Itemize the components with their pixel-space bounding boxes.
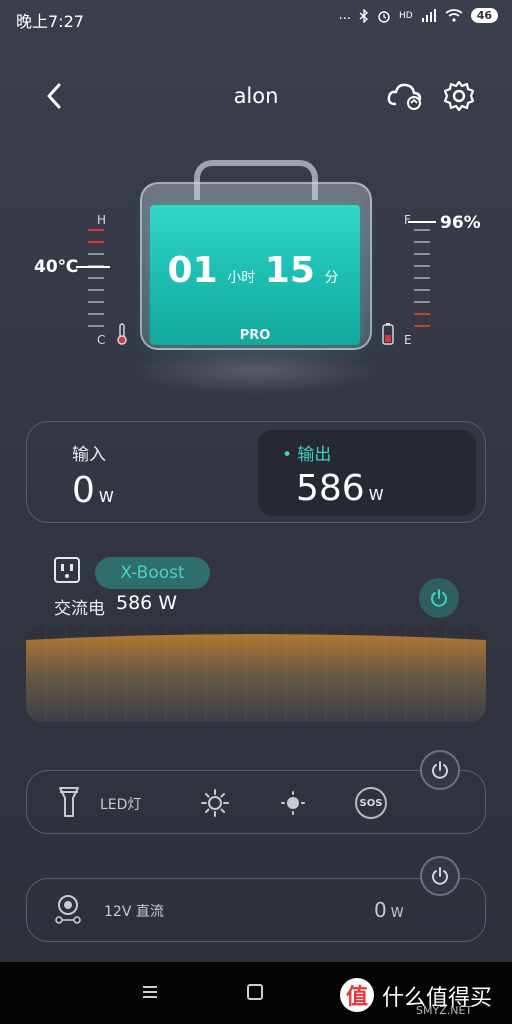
- ac-output-area: [26, 626, 486, 722]
- wifi-icon: [445, 9, 463, 22]
- output-unit: W: [368, 486, 384, 504]
- runtime-minutes: 15: [264, 250, 315, 291]
- ac-outlet-icon: [54, 557, 80, 583]
- power-icon: [432, 867, 448, 885]
- alarm-icon: [378, 10, 390, 23]
- home-square-icon[interactable]: [247, 984, 263, 1000]
- watermark-sub: SMYZ.NET: [416, 1004, 473, 1017]
- signal-icon: [421, 9, 436, 22]
- runtime-minutes-unit: 分: [324, 270, 339, 286]
- input-title: 输入: [72, 445, 106, 465]
- ac-value: 586 W: [116, 592, 178, 614]
- ac-power-button[interactable]: [419, 578, 459, 618]
- output-value-row: 586 W: [296, 468, 384, 509]
- hd-label: HD: [398, 10, 413, 21]
- sun-dim-icon[interactable]: [278, 788, 308, 818]
- power-icon: [432, 761, 448, 779]
- input-unit: W: [98, 488, 114, 506]
- gear-icon: [443, 80, 475, 112]
- bluetooth-icon: [359, 8, 369, 23]
- x-boost-button[interactable]: X-Boost: [95, 557, 210, 589]
- dc-value-row: 0W: [374, 898, 404, 922]
- dc-value: 0: [374, 898, 387, 922]
- car-socket-icon: [55, 895, 81, 924]
- battery-value: 96%: [440, 213, 481, 233]
- dc-power-button[interactable]: [420, 856, 460, 896]
- thermometer-icon: [117, 323, 127, 345]
- output-title: • 输出: [282, 445, 332, 465]
- runtime-hours-unit: 小时: [227, 270, 256, 286]
- cloud-sync-button[interactable]: [386, 80, 424, 112]
- dc-unit: W: [390, 906, 404, 921]
- input-value: 0: [72, 470, 95, 511]
- more-dots-icon: ...: [338, 8, 351, 23]
- led-panel: [26, 770, 486, 834]
- temperature-value: 40℃: [34, 257, 79, 277]
- led-power-button[interactable]: [420, 750, 460, 790]
- device-glow: [130, 345, 380, 395]
- output-value: 586: [296, 468, 365, 509]
- temperature-pointer: [76, 266, 110, 268]
- flashlight-icon: [59, 787, 79, 817]
- sos-button[interactable]: SOS: [355, 787, 387, 819]
- battery-level-badge: 46: [470, 8, 498, 23]
- battery-icon: [382, 323, 394, 345]
- runtime-hours: 01: [167, 250, 218, 291]
- dc-label: 12V 直流: [104, 904, 164, 920]
- battery-gauge-bottom-letter: E: [404, 333, 412, 347]
- input-value-row: 0W: [72, 470, 114, 511]
- led-label: LED灯: [100, 797, 142, 813]
- ac-output-chart: [26, 626, 486, 722]
- battery-pointer: [408, 221, 436, 223]
- runtime-display: 01 小时 15 分: [150, 250, 360, 291]
- ac-label: 交流电: [54, 599, 105, 619]
- page-title: alon: [233, 84, 279, 108]
- watermark-logo: 值: [340, 978, 374, 1012]
- power-icon: [431, 589, 447, 607]
- status-icons: ... HD 46: [339, 8, 498, 23]
- menu-icon[interactable]: [140, 982, 160, 1002]
- dc-panel: [26, 878, 486, 942]
- temp-gauge-ticks: [88, 225, 106, 345]
- cloud-sync-icon: [387, 83, 422, 110]
- battery-gauge-ticks: [414, 225, 432, 345]
- model-label: PRO: [239, 328, 271, 343]
- battery-gauge-top-letter: F: [404, 213, 411, 227]
- sun-bright-icon[interactable]: [200, 788, 230, 818]
- settings-button[interactable]: [442, 79, 476, 113]
- status-time: 晚上7:27: [16, 12, 84, 31]
